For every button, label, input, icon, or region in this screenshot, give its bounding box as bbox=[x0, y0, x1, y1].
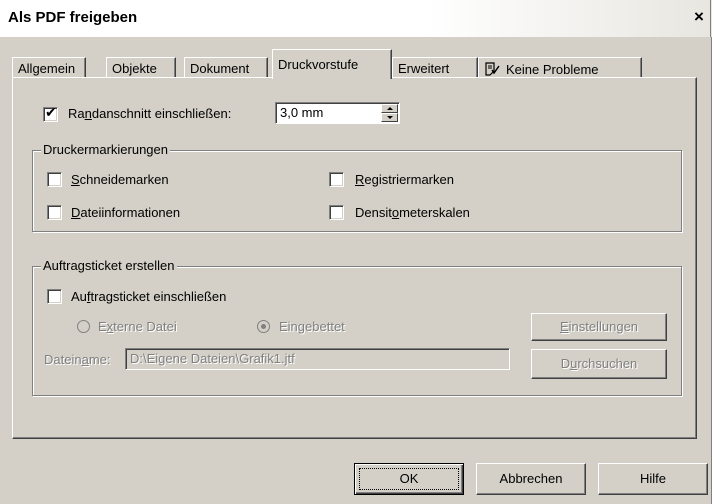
tab-label: Erweitert bbox=[398, 61, 450, 76]
tab-dokument[interactable]: Dokument bbox=[184, 57, 268, 77]
densitometer-label: Densitometerskalen bbox=[355, 205, 470, 220]
tab-druckvorstufe[interactable]: Druckvorstufe bbox=[272, 49, 392, 79]
cancel-label: Abbrechen bbox=[499, 471, 563, 486]
external-file-label: Externe Datei bbox=[98, 319, 177, 334]
settings-button[interactable]: Einstellungen bbox=[531, 313, 667, 341]
close-icon[interactable]: × bbox=[690, 0, 711, 37]
crop-marks-label: Schneidemarken bbox=[71, 172, 169, 187]
job-ticket-label: Auftragsticket einschließen bbox=[71, 289, 227, 304]
file-info-label: Dateiinformationen bbox=[71, 205, 181, 220]
tab-allgemein[interactable]: Allgemein bbox=[12, 57, 86, 77]
pdf-export-dialog: Als PDF freigeben × Allgemein Objekte Do… bbox=[0, 0, 712, 504]
filename-label: Dateiname: bbox=[44, 352, 111, 367]
tab-label: Objekte bbox=[112, 61, 157, 76]
bleed-value[interactable]: 3,0 mm bbox=[280, 105, 323, 120]
title-bar: Als PDF freigeben × bbox=[0, 0, 712, 37]
densitometer-checkbox[interactable] bbox=[329, 205, 344, 220]
browse-label: Durchsuchen bbox=[560, 356, 638, 371]
ok-button[interactable]: OK bbox=[354, 463, 464, 495]
spin-down-arrow-icon[interactable] bbox=[381, 113, 398, 122]
tab-label: Dokument bbox=[190, 61, 250, 76]
tab-erweitert[interactable]: Erweitert bbox=[392, 57, 478, 77]
embedded-radio[interactable] bbox=[257, 320, 270, 333]
settings-label: Einstellungen bbox=[559, 319, 639, 334]
bleed-label: Randanschnitt einschließen: bbox=[68, 106, 232, 121]
ok-label: OK bbox=[399, 471, 419, 486]
file-info-checkbox[interactable] bbox=[47, 205, 62, 220]
filename-input[interactable]: D:\Eigene Dateien\Grafik1.jtf bbox=[125, 348, 510, 370]
group-title: Druckermarkierungen bbox=[41, 142, 170, 158]
embedded-label: Eingebettet bbox=[279, 319, 345, 334]
bleed-spinner[interactable]: 3,0 mm bbox=[275, 102, 400, 124]
tab-label: Druckvorstufe bbox=[278, 57, 359, 72]
spin-up-arrow-icon[interactable] bbox=[381, 104, 398, 113]
registration-marks-label: Registriermarken bbox=[355, 172, 454, 187]
cancel-button[interactable]: Abbrechen bbox=[476, 463, 586, 495]
tab-label: Allgemein bbox=[18, 61, 76, 76]
job-ticket-checkbox[interactable] bbox=[47, 289, 62, 304]
external-file-radio[interactable] bbox=[77, 320, 90, 333]
help-button[interactable]: Hilfe bbox=[598, 463, 708, 495]
window-title: Als PDF freigeben bbox=[8, 9, 138, 26]
crop-marks-checkbox[interactable] bbox=[47, 172, 62, 187]
browse-button[interactable]: Durchsuchen bbox=[531, 349, 667, 379]
group-title: Auftragsticket erstellen bbox=[41, 258, 177, 274]
tab-label: Keine Probleme bbox=[506, 61, 599, 77]
help-label: Hilfe bbox=[639, 471, 666, 486]
tab-objekte[interactable]: Objekte bbox=[106, 57, 176, 77]
bleed-checkbox[interactable] bbox=[43, 105, 58, 122]
registration-marks-checkbox[interactable] bbox=[329, 172, 344, 187]
tab-keine-probleme[interactable]: Keine Probleme bbox=[478, 57, 642, 77]
